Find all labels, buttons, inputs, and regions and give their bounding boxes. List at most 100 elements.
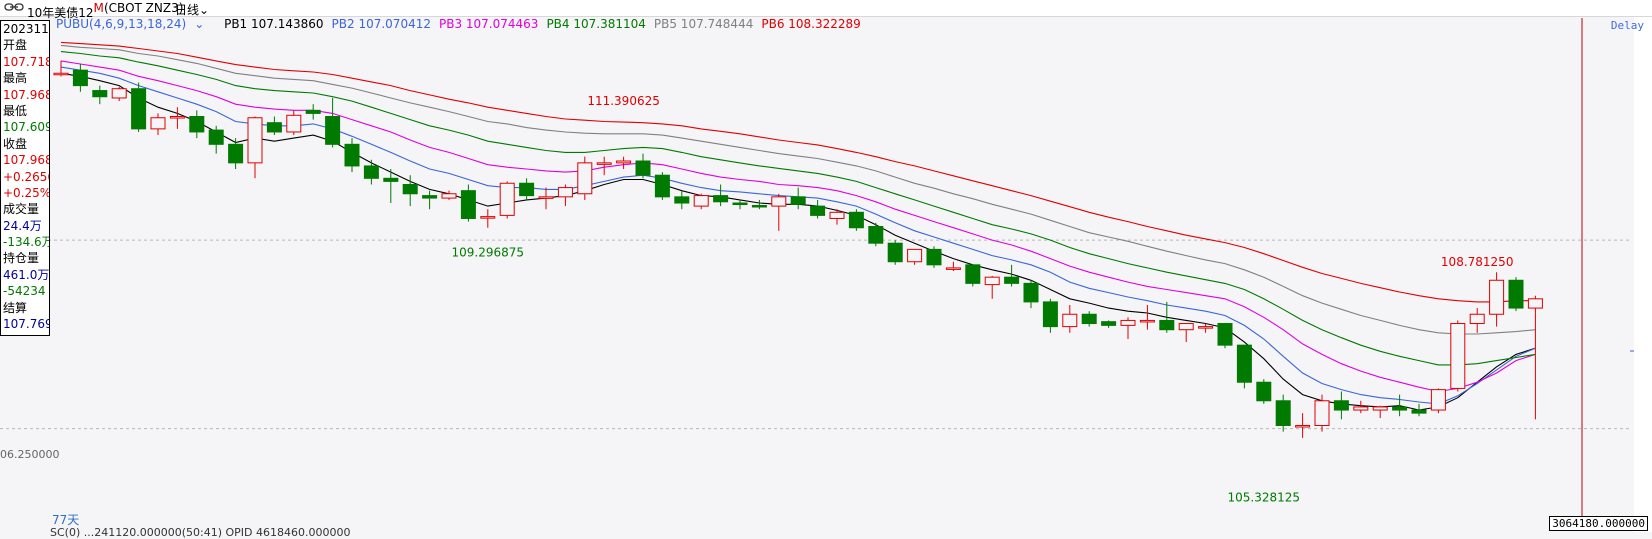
info-row: 24.4万 — [3, 218, 42, 233]
candle-body — [984, 276, 1000, 286]
candle-body — [402, 183, 418, 195]
candle-body — [1275, 400, 1291, 426]
info-row: +0.25% — [3, 185, 50, 200]
info-row: 开盘 — [3, 38, 28, 53]
candle-body — [1101, 321, 1117, 326]
candle-body — [1333, 400, 1349, 411]
candle-body — [460, 190, 476, 219]
candle-body — [1120, 319, 1136, 326]
candle-body — [616, 160, 632, 164]
y-tick-label: 06.250000 — [0, 448, 60, 461]
price-annotation: 105.328125 — [1228, 491, 1301, 505]
candle-body — [1372, 406, 1388, 411]
candle-body — [286, 114, 302, 133]
candle-body — [1062, 313, 1078, 328]
info-row: 持仓量 — [3, 251, 40, 266]
price-annotation: 111.390625 — [587, 94, 660, 108]
info-row: 107.968 — [3, 153, 50, 168]
candle-body — [596, 162, 612, 165]
price-annotation: 109.296875 — [452, 245, 525, 259]
info-row: -134.6万 — [3, 235, 50, 250]
candle-body — [1081, 313, 1097, 325]
candle-body — [208, 129, 224, 145]
series-line-pb2 — [60, 66, 1536, 405]
info-row: 最高 — [3, 71, 28, 86]
candle-body — [1489, 279, 1505, 315]
candle-body — [305, 109, 321, 114]
candle-body — [790, 196, 806, 205]
series-line-pb1 — [60, 72, 1536, 411]
info-row: 107.718 — [3, 54, 50, 69]
candle-body — [1023, 282, 1039, 303]
candle-body — [674, 196, 690, 204]
candle-body — [1314, 400, 1330, 426]
candle-body — [519, 182, 535, 197]
info-row: 107.968 — [3, 87, 50, 102]
candle-body — [654, 174, 670, 198]
candle-body — [1527, 298, 1543, 309]
quote-info-panel: 20231107开盘107.718最高107.968最低107.609收盘107… — [0, 20, 50, 336]
candle-body — [1004, 276, 1020, 284]
info-row: 最低 — [3, 103, 28, 118]
candle-body — [480, 216, 496, 219]
candle-body — [538, 196, 554, 199]
candle-body — [1236, 344, 1252, 383]
candle-body — [1411, 409, 1427, 414]
info-row: 成交量 — [3, 202, 40, 217]
candle-body — [1295, 424, 1311, 428]
candle-body — [499, 182, 515, 216]
candle-body — [111, 88, 127, 99]
candle-body — [848, 211, 864, 229]
candle-body — [383, 177, 399, 182]
right-price-axis — [1634, 17, 1652, 532]
candle-body — [693, 195, 709, 207]
candle-body — [72, 69, 88, 87]
candle-body — [422, 195, 438, 199]
candle-body — [1178, 323, 1194, 331]
candle-body — [771, 196, 787, 207]
info-row: -54234 — [3, 284, 46, 299]
candle-body — [1042, 301, 1058, 328]
price-annotation: 108.781250 — [1441, 255, 1514, 269]
info-row: 20231107 — [3, 22, 49, 36]
info-row: 107.609 — [3, 120, 50, 135]
info-row: 结算 — [3, 300, 28, 315]
candle-body — [751, 204, 767, 208]
candle-body — [1450, 323, 1466, 389]
candle-body — [344, 143, 360, 167]
candlestick-chart[interactable]: 111.390625 109.296875 108.781250 105.328125 — [0, 0, 1652, 533]
candle-body — [557, 187, 573, 198]
info-row: 461.0万 — [3, 267, 50, 282]
candle-body — [169, 116, 185, 119]
candle-body — [907, 248, 923, 263]
candle-body — [926, 248, 942, 266]
series-line-pb3 — [60, 60, 1536, 393]
candle-body — [441, 193, 457, 199]
candle-body — [1198, 326, 1214, 329]
candle-body — [713, 195, 729, 203]
volume-readout: 3064180.000000 — [1549, 516, 1648, 531]
info-row: 收盘 — [3, 136, 28, 151]
candle-body — [1392, 406, 1408, 411]
candle-body — [945, 267, 961, 270]
candle-body — [1430, 389, 1446, 411]
candle-body — [189, 116, 205, 133]
candle-body — [1508, 279, 1524, 309]
candle-body — [131, 88, 147, 130]
candle-body — [577, 162, 593, 195]
info-row: +0.2656 — [3, 169, 50, 184]
candle-body — [810, 205, 826, 216]
candle-body — [1353, 406, 1369, 411]
candle-body — [1256, 381, 1272, 402]
candle-body — [228, 143, 244, 164]
delay-label: Delay — [1610, 19, 1644, 32]
candle-body — [325, 116, 341, 145]
candle-body — [363, 165, 379, 179]
candle-body — [965, 264, 981, 284]
candle-body — [266, 122, 282, 133]
candle-body — [53, 72, 69, 76]
info-row: 107.769 — [3, 317, 50, 332]
candle-body — [635, 160, 651, 176]
candle-body — [1217, 323, 1233, 346]
candle-body — [887, 242, 903, 263]
